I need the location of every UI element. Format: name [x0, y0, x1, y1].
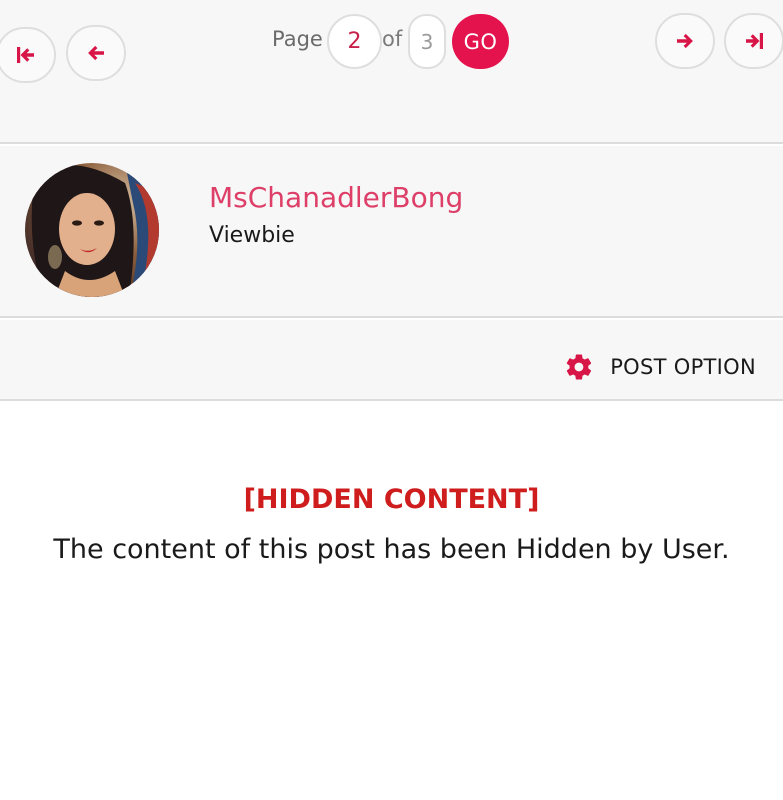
user-profile-row: MsChanadlerBong Viewbie	[0, 146, 783, 318]
hidden-content-message: The content of this post has been Hidden…	[53, 534, 730, 565]
current-page-input[interactable]: 2	[327, 14, 382, 69]
last-page-button[interactable]	[724, 13, 783, 69]
first-page-button[interactable]	[0, 27, 56, 83]
previous-page-button[interactable]	[66, 25, 126, 81]
post-option-label: POST OPTION	[610, 355, 756, 379]
total-pages: 3	[408, 14, 446, 69]
arrow-right-icon	[677, 33, 693, 49]
gear-icon	[566, 354, 592, 380]
go-button[interactable]: GO	[452, 14, 509, 69]
page-label: Page	[272, 27, 323, 51]
of-label: of	[382, 27, 403, 51]
first-page-icon	[17, 47, 34, 63]
next-page-button[interactable]	[655, 13, 715, 69]
hidden-content-title: [HIDDEN CONTENT]	[243, 484, 540, 515]
post-content: [HIDDEN CONTENT] The content of this pos…	[0, 402, 783, 800]
pagination-bar: Page 2 of 3 GO	[0, 0, 783, 144]
username-link[interactable]: MsChanadlerBong	[209, 181, 463, 214]
user-role: Viewbie	[209, 223, 295, 248]
post-options-bar: POST OPTION	[0, 320, 783, 401]
avatar[interactable]	[25, 163, 159, 297]
post-option-button[interactable]: POST OPTION	[564, 352, 756, 382]
arrow-left-icon	[88, 45, 104, 61]
last-page-icon	[746, 33, 763, 49]
